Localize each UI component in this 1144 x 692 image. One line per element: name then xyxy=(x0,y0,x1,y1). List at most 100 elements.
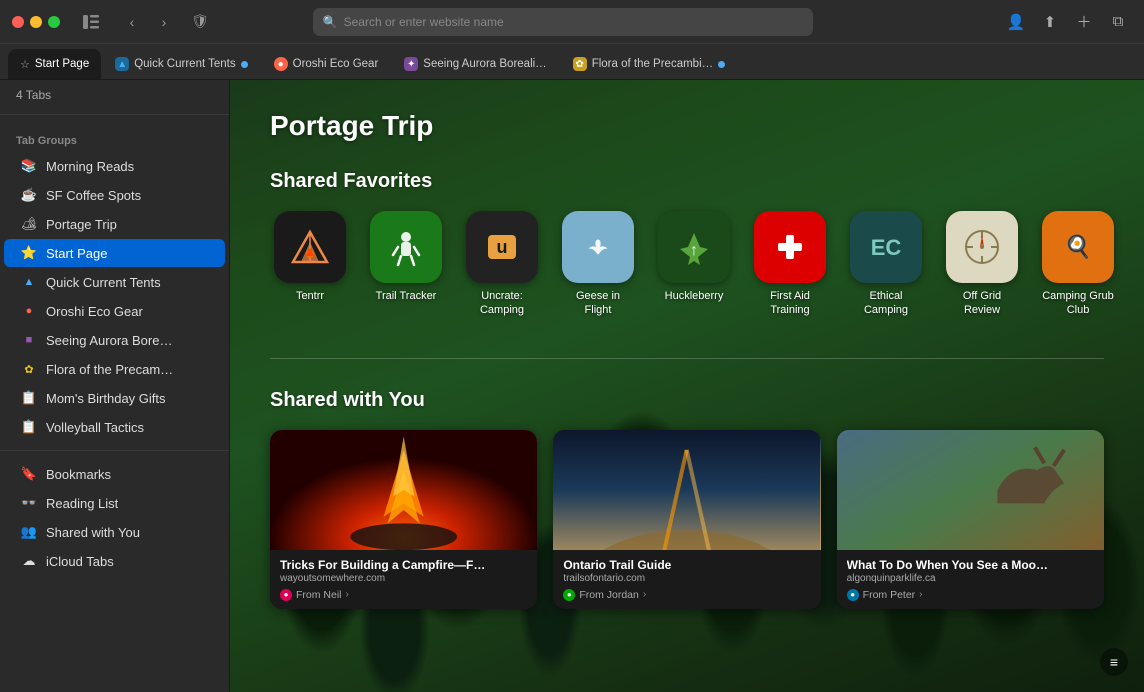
item-label: Oroshi Eco Gear xyxy=(46,304,143,319)
sidebar-bottom-reading[interactable]: 👓Reading List xyxy=(4,489,225,517)
shared-card-campfire[interactable]: Tricks For Building a Campfire—F… wayout… xyxy=(270,430,537,609)
favorite-camping[interactable]: 🍳 Camping Grub Club xyxy=(1038,211,1118,318)
svg-text:🍳: 🍳 xyxy=(1064,234,1091,260)
chevron-icon: › xyxy=(346,589,349,600)
chevron-icon: › xyxy=(919,589,922,600)
item-label: Reading List xyxy=(46,496,118,511)
share-icon[interactable]: ⬆ xyxy=(1036,8,1064,36)
shared-cards: Tricks For Building a Campfire—F… wayout… xyxy=(270,430,1104,609)
tab-label: Quick Current Tents xyxy=(134,58,235,70)
sidebar-item-flora[interactable]: ✿Flora of the Precam… xyxy=(4,355,225,383)
new-tab-icon[interactable]: ＋ xyxy=(1070,8,1098,36)
item-label: Volleyball Tactics xyxy=(46,420,144,435)
star-icon: ⭐ xyxy=(20,244,38,262)
shared-card-ontario[interactable]: Ontario Trail Guide trailsofontario.com … xyxy=(553,430,820,609)
favorite-firstaid[interactable]: First Aid Training xyxy=(750,211,830,318)
card-url-moose: algonquinparklife.ca xyxy=(847,573,1094,584)
favorite-uncrate[interactable]: u Uncrate: Camping xyxy=(462,211,542,318)
main-layout: 4 Tabs Tab Groups 📚Morning Reads☕SF Coff… xyxy=(0,80,1144,692)
customize-button[interactable]: ≡ xyxy=(1100,648,1128,676)
from-avatar-campfire: ● xyxy=(280,589,292,601)
item-icon: 👥 xyxy=(20,523,38,541)
card-content-ontario: Ontario Trail Guide trailsofontario.com … xyxy=(553,550,820,609)
divider-bottom xyxy=(0,450,229,451)
sidebar-bottom-shared[interactable]: 👥Shared with You xyxy=(4,518,225,546)
favorite-huckleberry[interactable]: ↑ Huckleberry xyxy=(654,211,734,318)
item-icon: 📚 xyxy=(20,157,38,175)
tab-flora[interactable]: ✿Flora of the Precambi… xyxy=(561,49,737,79)
sidebar-item-portage[interactable]: 🏕Portage Trip xyxy=(4,210,225,238)
item-icon: ☕ xyxy=(20,186,38,204)
item-label: Start Page xyxy=(46,246,107,261)
item-icon: ■ xyxy=(20,331,38,349)
sidebar-item-ecogear[interactable]: ● Oroshi Eco Gear xyxy=(4,297,225,325)
fav-icon-trail xyxy=(370,211,442,283)
fav-label-huckleberry: Huckleberry xyxy=(665,289,724,303)
search-bar[interactable]: 🔍 xyxy=(313,8,813,36)
fav-icon-camping: 🍳 xyxy=(1042,211,1114,283)
tab-aurora[interactable]: ✦Seeing Aurora Boreali… xyxy=(392,49,558,79)
favorites-grid: Tentrr Trail Tracker u Uncrate: Camping … xyxy=(270,211,1104,318)
favorite-tentrr[interactable]: Tentrr xyxy=(270,211,350,318)
fullscreen-button[interactable] xyxy=(48,16,60,28)
tab-tents[interactable]: ▲Quick Current Tents xyxy=(103,49,259,79)
item-icon: ● xyxy=(20,302,38,320)
traffic-lights xyxy=(12,16,60,28)
tab-dot xyxy=(718,61,725,68)
card-title-ontario: Ontario Trail Guide xyxy=(563,558,810,572)
tab-start[interactable]: ☆Start Page xyxy=(8,49,101,79)
item-icon: 🔖 xyxy=(20,465,38,483)
sidebar-item-aurora[interactable]: ■Seeing Aurora Bore… xyxy=(4,326,225,354)
shield-icon: 🛡 xyxy=(186,8,214,36)
sidebar-item-startpage[interactable]: ⭐ Start Page xyxy=(4,239,225,267)
tab-overview-icon[interactable]: ⧉ xyxy=(1104,8,1132,36)
item-icon: 📋 xyxy=(20,389,38,407)
tabs-count: 4 Tabs xyxy=(0,80,229,106)
favorite-offgrid[interactable]: Off Grid Review xyxy=(942,211,1022,318)
sidebar-item-birthday[interactable]: 📋 Mom's Birthday Gifts xyxy=(4,384,225,412)
nav-arrows: ‹ › xyxy=(118,8,178,36)
card-from-moose[interactable]: ● From Peter › xyxy=(847,589,1094,601)
sidebar-item-volleyball[interactable]: 📋Volleyball Tactics xyxy=(4,413,225,441)
card-from-ontario[interactable]: ● From Jordan › xyxy=(563,589,810,601)
tab-favicon: ✿ xyxy=(573,57,587,71)
item-label: Mom's Birthday Gifts xyxy=(46,391,166,406)
sidebar-item-coffee[interactable]: ☕ SF Coffee Spots xyxy=(4,181,225,209)
tab-dot xyxy=(241,61,248,68)
from-label-moose: From Peter xyxy=(863,589,916,601)
shared-card-moose[interactable]: What To Do When You See a Moo… algonquin… xyxy=(837,430,1104,609)
page-title: Portage Trip xyxy=(270,110,1104,142)
minimize-button[interactable] xyxy=(30,16,42,28)
fav-icon-tentrr xyxy=(274,211,346,283)
tab-label: Start Page xyxy=(35,58,89,70)
favorite-ec[interactable]: EC Ethical Camping xyxy=(846,211,926,318)
sidebar-toggle-button[interactable] xyxy=(80,11,102,33)
card-from-campfire[interactable]: ● From Neil › xyxy=(280,589,527,601)
from-avatar-ontario: ● xyxy=(563,589,575,601)
fav-label-uncrate: Uncrate: Camping xyxy=(466,289,538,318)
chevron-icon: › xyxy=(643,589,646,600)
back-button[interactable]: ‹ xyxy=(118,8,146,36)
sidebar-bottom-icloud[interactable]: ☁iCloud Tabs xyxy=(4,547,225,575)
account-icon[interactable]: 👤 xyxy=(1002,8,1030,36)
toolbar-right: 👤 ⬆ ＋ ⧉ xyxy=(1002,8,1132,36)
sidebar-item-tents[interactable]: ▲Quick Current Tents xyxy=(4,268,225,296)
tab-favicon: ● xyxy=(274,57,288,71)
from-avatar-moose: ● xyxy=(847,589,859,601)
card-title-campfire: Tricks For Building a Campfire—F… xyxy=(280,558,527,572)
search-input[interactable] xyxy=(344,15,803,29)
content-scroll[interactable]: Portage Trip Shared Favorites Tentrr Tra… xyxy=(230,80,1144,692)
sidebar-bottom-bookmarks[interactable]: 🔖Bookmarks xyxy=(4,460,225,488)
forward-button[interactable]: › xyxy=(150,8,178,36)
fav-icon-firstaid xyxy=(754,211,826,283)
sidebar: 4 Tabs Tab Groups 📚Morning Reads☕SF Coff… xyxy=(0,80,230,692)
sidebar-item-morning[interactable]: 📚Morning Reads xyxy=(4,152,225,180)
item-icon: ▲ xyxy=(20,273,38,291)
svg-text:↑: ↑ xyxy=(690,242,698,259)
section-divider xyxy=(270,358,1104,359)
item-label: SF Coffee Spots xyxy=(46,188,141,203)
favorite-trail[interactable]: Trail Tracker xyxy=(366,211,446,318)
favorite-geese[interactable]: Geese in Flight xyxy=(558,211,638,318)
close-button[interactable] xyxy=(12,16,24,28)
tab-ecogear[interactable]: ●Oroshi Eco Gear xyxy=(262,49,391,79)
